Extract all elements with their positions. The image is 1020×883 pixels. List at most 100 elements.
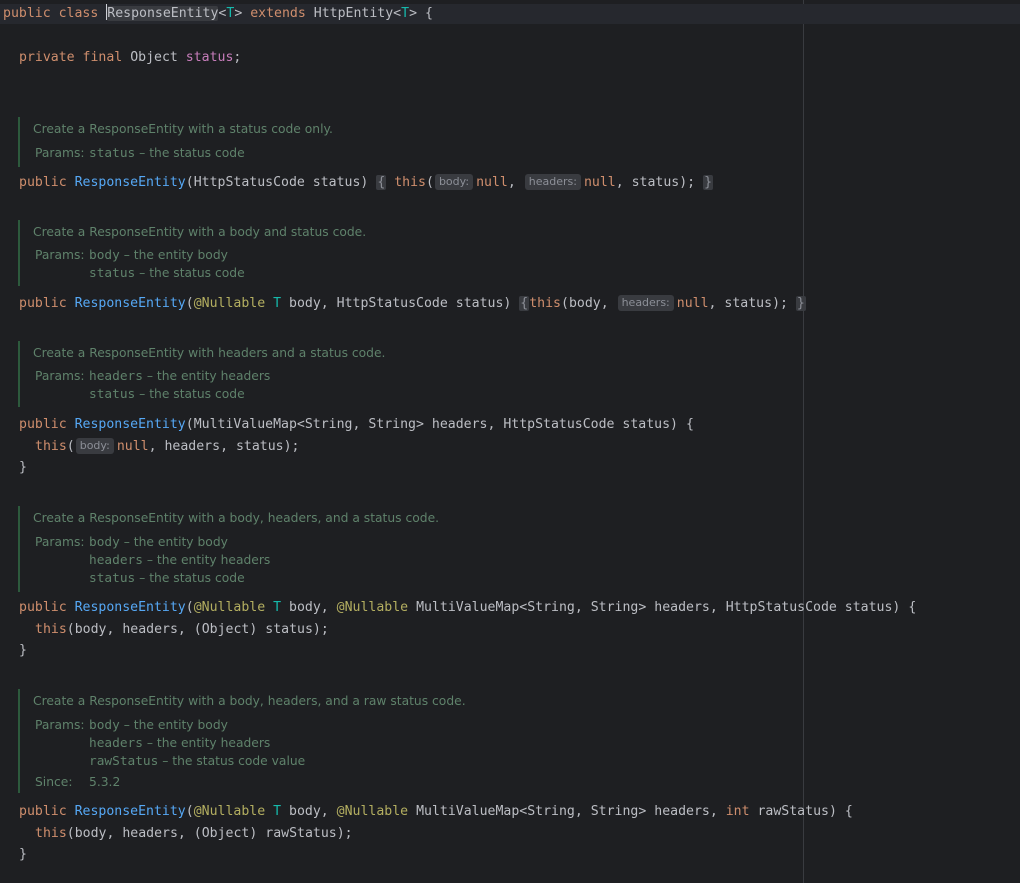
args-rest: , status); <box>615 175 696 190</box>
parameter-list: (MultiValueMap<String, String> headers, … <box>185 417 694 432</box>
args: (body, <box>561 296 617 311</box>
keyword-null: null <box>583 175 616 190</box>
params-label: Params: <box>35 535 85 549</box>
javadoc-param-row: headers – the entity headers <box>89 734 270 752</box>
semicolon: ; <box>233 50 242 65</box>
param-description: – the entity body <box>119 718 228 732</box>
param-description: – the entity body <box>119 535 228 549</box>
javadoc-description: Create a ResponseEntity with a body, hea… <box>33 694 466 708</box>
param-name: headers <box>89 736 143 751</box>
javadoc-param-row: status – the status code <box>89 569 245 587</box>
javadoc-param-row: Params: body – the entity body <box>33 246 228 264</box>
annotation-nullable: @Nullable <box>193 600 266 615</box>
since-label: Since: <box>35 775 73 789</box>
class-declaration-line[interactable]: public class ResponseEntity<T> extends H… <box>0 4 1020 24</box>
code-editor[interactable]: public class ResponseEntity<T> extends H… <box>0 0 1020 883</box>
param-name: rawStatus <box>89 754 159 769</box>
field-declaration-line[interactable]: private final Object status; <box>19 48 241 68</box>
inlay-hint-headers: headers: <box>617 295 674 311</box>
field-name[interactable]: status <box>186 50 234 65</box>
javadoc-block[interactable]: Create a ResponseEntity with a body, hea… <box>18 506 439 592</box>
type-bracket: > <box>234 6 243 21</box>
javadoc-description: Create a ResponseEntity with a body and … <box>33 225 367 239</box>
type-param: T <box>273 296 282 311</box>
field-type: Object <box>130 50 178 65</box>
param-description: – the entity body <box>119 248 228 262</box>
param-name: headers <box>89 369 143 384</box>
args-rest: , status); <box>708 296 788 311</box>
paren: ( <box>426 175 434 190</box>
comma: , <box>507 175 524 190</box>
javadoc-description: Create a ResponseEntity with headers and… <box>33 346 386 360</box>
param-description: – the entity headers <box>142 553 271 567</box>
fold-close-brace[interactable]: } <box>703 175 714 190</box>
fold-close-brace[interactable]: } <box>795 296 806 311</box>
constructor-headers-status[interactable]: public ResponseEntity(MultiValueMap<Stri… <box>19 415 694 435</box>
annotation-nullable: @Nullable <box>336 600 409 615</box>
parent-class[interactable]: HttpEntity <box>314 6 393 21</box>
constructor-name[interactable]: ResponseEntity <box>75 417 186 432</box>
constructor-name[interactable]: ResponseEntity <box>75 296 186 311</box>
javadoc-block[interactable]: Create a ResponseEntity with a status co… <box>18 117 333 167</box>
javadoc-block[interactable]: Create a ResponseEntity with a body, hea… <box>18 689 466 793</box>
inlay-hint-body: body: <box>75 438 114 454</box>
args-rest: , headers, status); <box>148 439 300 454</box>
annotation-nullable: @Nullable <box>336 804 409 819</box>
inlay-hint-headers: headers: <box>524 174 581 190</box>
paren: ( <box>66 439 75 454</box>
constructor-body-headers-rawstatus[interactable]: public ResponseEntity(@Nullable T body, … <box>19 802 853 822</box>
constructor-name[interactable]: ResponseEntity <box>75 804 186 819</box>
type-param: T <box>273 804 282 819</box>
constructor-name[interactable]: ResponseEntity <box>75 600 186 615</box>
param-description: – the status code <box>135 387 245 401</box>
keyword-this: this <box>35 826 67 841</box>
javadoc-description: Create a ResponseEntity with a body, hea… <box>33 511 440 525</box>
javadoc-block[interactable]: Create a ResponseEntity with headers and… <box>18 341 385 407</box>
params-label: Params: <box>35 248 85 262</box>
parameter-list: body, <box>281 600 337 615</box>
fold-open-brace[interactable]: { <box>519 296 530 311</box>
param-description: – the status code <box>135 146 245 160</box>
since-value: 5.3.2 <box>89 775 121 789</box>
keyword-int: int <box>725 804 750 819</box>
param-name: status <box>89 387 136 402</box>
javadoc-description: Create a ResponseEntity with a status co… <box>33 122 333 136</box>
params-label: Params: <box>35 369 85 383</box>
param-description: – the status code <box>135 266 245 280</box>
param-name: body <box>89 535 120 550</box>
javadoc-param-row: status – the status code <box>89 385 245 403</box>
args: (body, headers, (Object) rawStatus); <box>66 826 353 841</box>
keyword-final: final <box>82 50 123 65</box>
fold-open-brace[interactable]: { <box>376 175 387 190</box>
brace: { <box>424 6 433 21</box>
javadoc-since-row: Since: 5.3.2 <box>33 773 120 791</box>
closing-brace: } <box>19 460 27 475</box>
param-name: status <box>89 571 136 586</box>
paren: ( <box>185 804 194 819</box>
constructor-body-line[interactable]: this(body, headers, (Object) status); <box>35 620 329 640</box>
param-description: – the entity headers <box>142 736 271 750</box>
inlay-hint-body: body: <box>434 174 474 190</box>
keyword-public: public <box>19 804 67 819</box>
constructor-body-line[interactable]: this(body, headers, (Object) rawStatus); <box>35 824 353 844</box>
constructor-body-line[interactable]: this(body: null, headers, status); <box>35 437 299 457</box>
constructor-body-status[interactable]: public ResponseEntity(@Nullable T body, … <box>19 294 806 314</box>
parameter-list: MultiValueMap<String, String> headers, <box>408 804 726 819</box>
constructor-status-only[interactable]: public ResponseEntity(HttpStatusCode sta… <box>19 173 714 193</box>
javadoc-param-row: status – the status code <box>89 264 245 282</box>
param-name: status <box>89 146 136 161</box>
javadoc-param-row: headers – the entity headers <box>89 551 270 569</box>
keyword-null: null <box>676 296 709 311</box>
keyword-private: private <box>19 50 75 65</box>
class-name[interactable]: ResponseEntity <box>107 6 219 21</box>
javadoc-block[interactable]: Create a ResponseEntity with a body and … <box>18 220 366 286</box>
type-bracket: < <box>393 6 402 21</box>
param-name: status <box>89 266 136 281</box>
param-name: body <box>89 248 120 263</box>
keyword-null: null <box>476 175 508 190</box>
constructor-name[interactable]: ResponseEntity <box>75 175 186 190</box>
type-param: T <box>273 600 282 615</box>
keyword-public: public <box>19 175 67 190</box>
constructor-body-headers-status[interactable]: public ResponseEntity(@Nullable T body, … <box>19 598 916 618</box>
annotation-nullable: @Nullable <box>193 804 266 819</box>
